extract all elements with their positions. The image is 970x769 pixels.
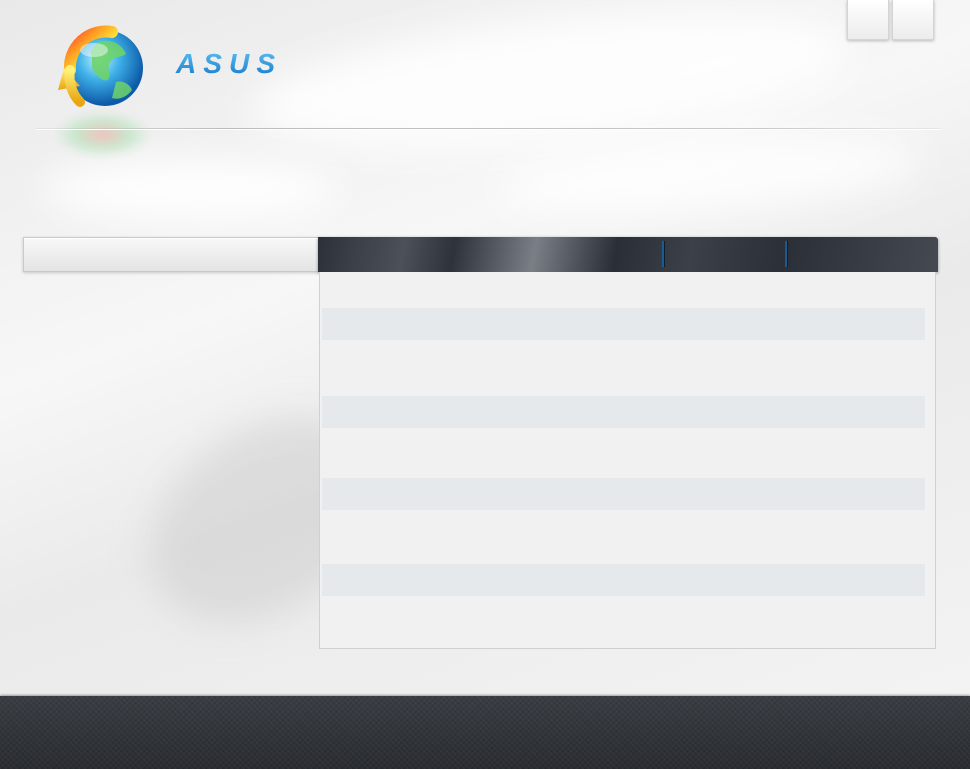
header-divider: [36, 128, 940, 129]
background-sheen: [498, 125, 922, 225]
column-divider[interactable]: [785, 241, 787, 267]
footer-bar: [0, 696, 970, 769]
table-row[interactable]: [322, 308, 925, 340]
table-row[interactable]: [322, 520, 925, 552]
left-panel-header: [23, 237, 319, 272]
table-row[interactable]: [322, 478, 925, 510]
table-row[interactable]: [322, 564, 925, 596]
table-row[interactable]: [322, 436, 925, 468]
close-button[interactable]: [892, 0, 934, 40]
globe-update-icon: [50, 20, 150, 120]
table-row[interactable]: [322, 396, 925, 428]
svg-text:ASUS: ASUS: [175, 48, 276, 79]
background-sheen: [245, 0, 855, 172]
asus-logo: ASUS: [174, 42, 279, 80]
background-sheen: [40, 160, 340, 220]
table-row[interactable]: [322, 348, 925, 380]
minimize-button[interactable]: [847, 0, 889, 40]
table-header: [318, 237, 938, 272]
table-row[interactable]: [322, 602, 925, 634]
logo-reflection: [55, 112, 150, 157]
table-row[interactable]: [322, 276, 925, 308]
update-list-table: [319, 272, 936, 649]
column-divider[interactable]: [662, 241, 664, 267]
